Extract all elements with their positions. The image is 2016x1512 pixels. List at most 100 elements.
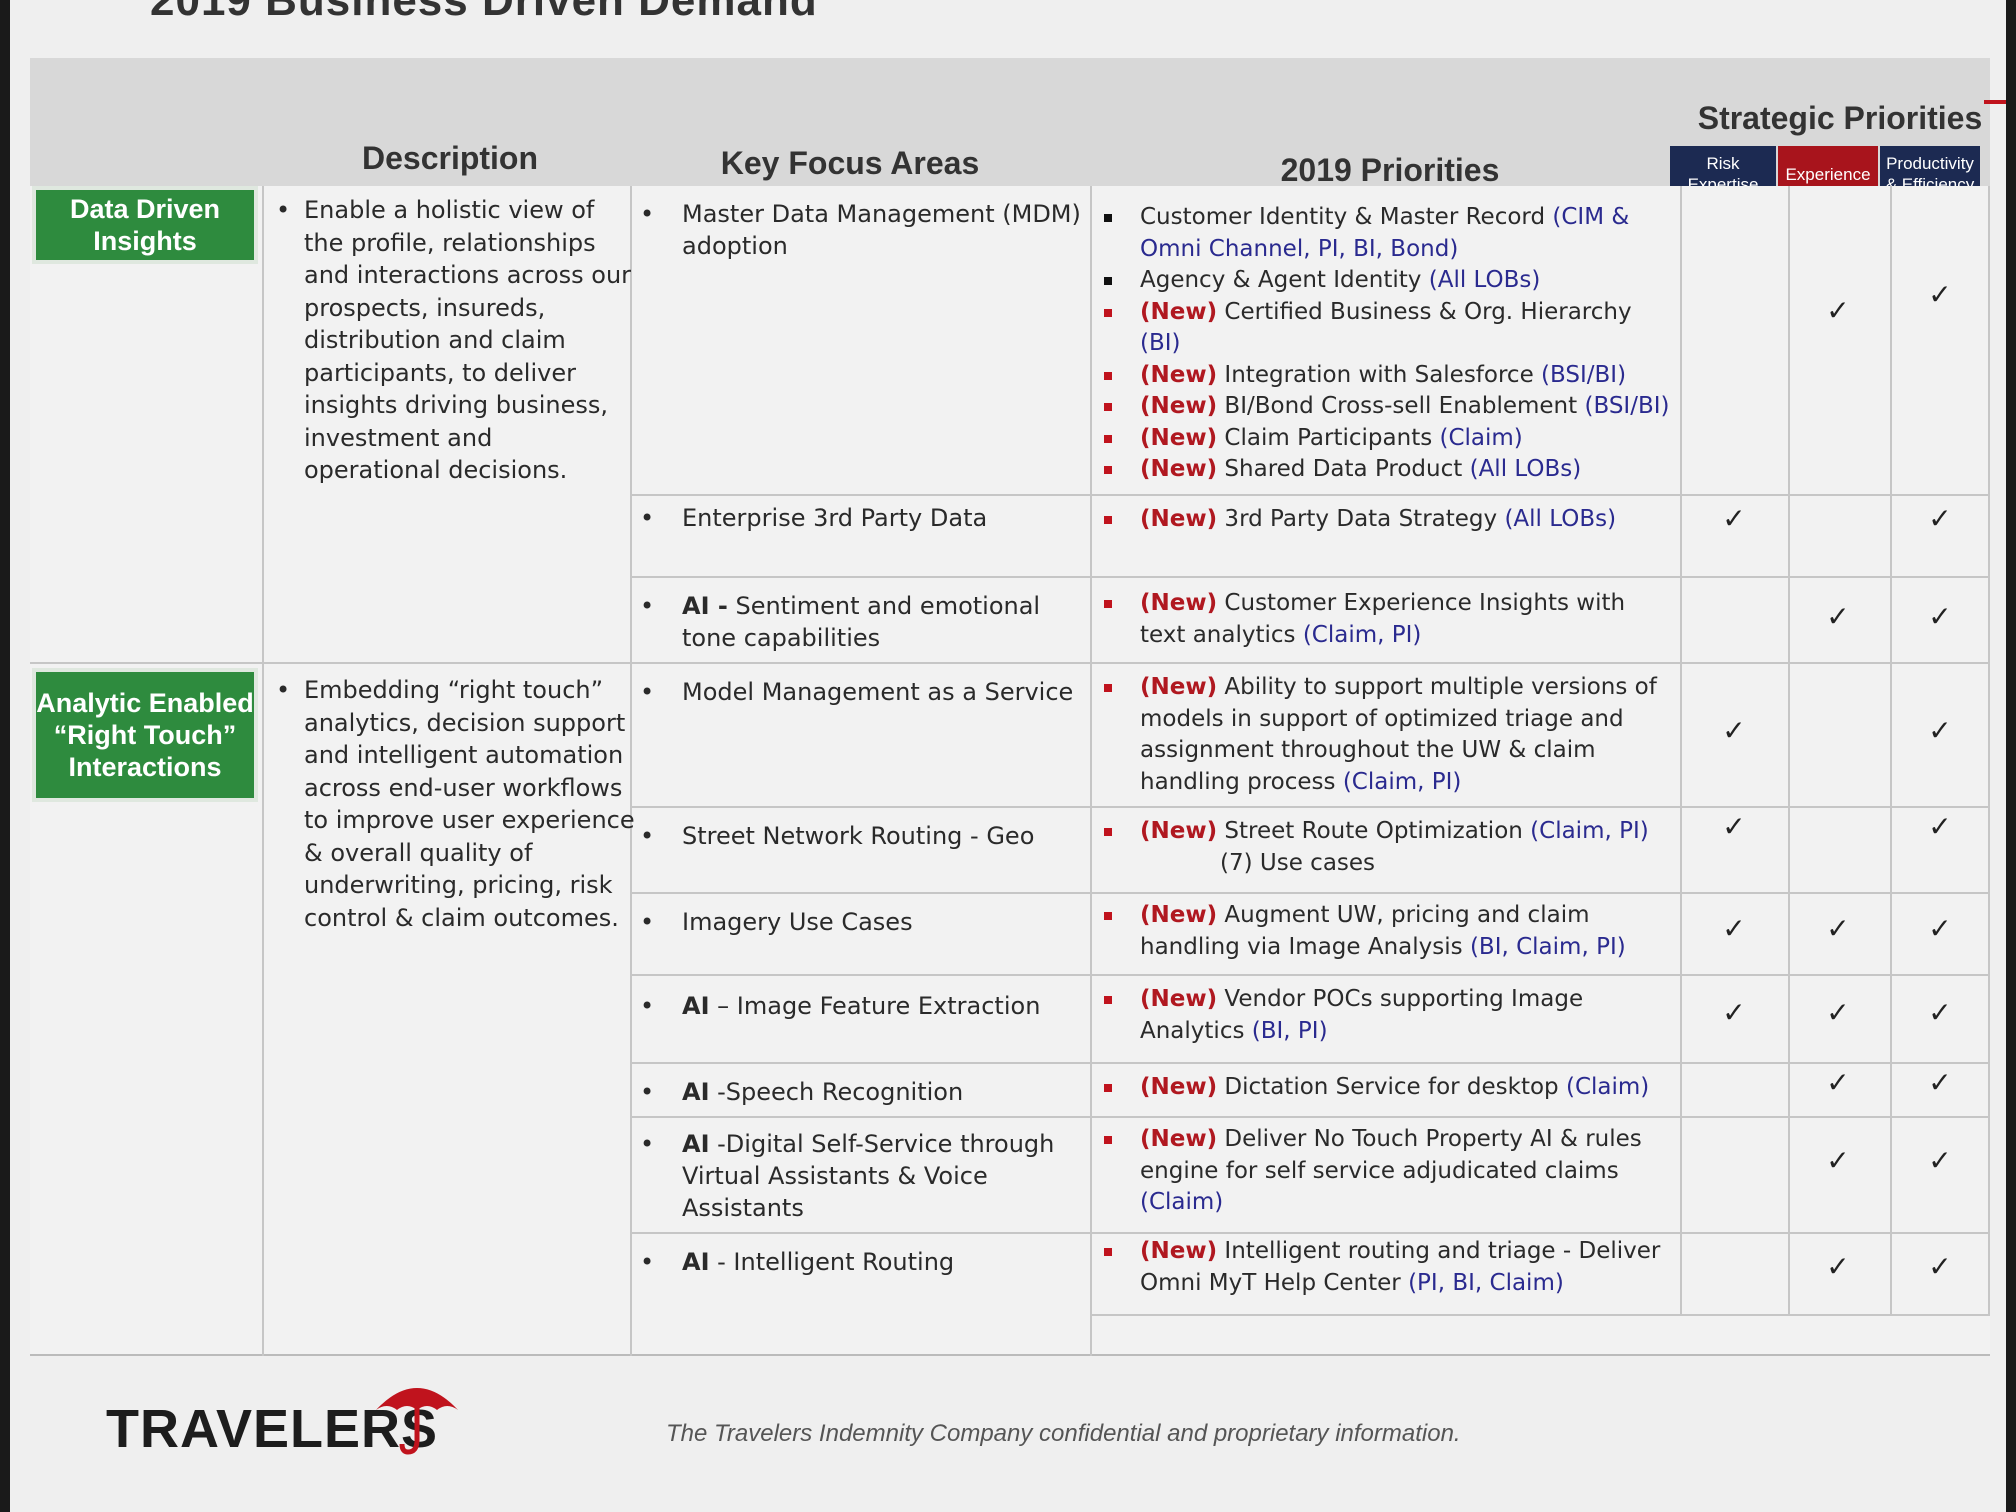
priority-item: (New) Dictation Service for desktop (Cla… (1100, 1072, 1670, 1104)
check-icon: ✓ (1722, 502, 1746, 535)
divider (1890, 186, 1892, 1316)
row-divider (630, 576, 1990, 578)
check-icon: ✓ (1928, 996, 1952, 1029)
bullet-icon (1104, 996, 1112, 1004)
priority-text: Customer Identity & Master Record (1140, 204, 1553, 230)
priority-text: BI/Bond Cross-sell Enablement (1217, 393, 1585, 419)
priority-list: (New) Augment UW, pricing and claim hand… (1100, 900, 1670, 963)
check-icon: ✓ (1722, 996, 1746, 1029)
priority-text: Shared Data Product (1217, 456, 1470, 482)
focus-prefix: AI (682, 1130, 710, 1158)
lob-tag: (Claim) (1439, 424, 1523, 451)
lob-tag: (BI, PI) (1251, 1017, 1328, 1044)
divider (1090, 186, 1092, 1356)
check-icon: ✓ (1928, 502, 1952, 535)
priority-item: (New) Integration with Salesforce (BSI/B… (1100, 360, 1670, 392)
focus-prefix: AI (682, 1248, 710, 1276)
new-tag: (New) (1140, 1074, 1218, 1100)
umbrella-icon (376, 1388, 458, 1455)
divider (262, 186, 264, 1356)
priority-list: (New) Vendor POCs supporting Image Analy… (1100, 984, 1670, 1047)
column-header-2019-priorities: 2019 Priorities (1280, 152, 1500, 188)
row-divider (630, 806, 1990, 808)
check-icon: ✓ (1722, 912, 1746, 945)
lob-tag: (BI) (1140, 330, 1181, 356)
bullet-icon (1104, 684, 1112, 692)
priority-item: (New) Street Route Optimization (Claim, … (1100, 816, 1670, 848)
strategic-priorities-title: Strategic Priorities (1697, 100, 1983, 136)
bullet-icon (1104, 371, 1112, 380)
focus-text: -Speech Recognition (709, 1078, 964, 1106)
new-tag: (New) (1140, 818, 1218, 844)
new-tag: (New) (1140, 393, 1218, 419)
new-tag: (New) (1140, 590, 1218, 616)
check-icon: ✓ (1826, 1066, 1850, 1099)
lob-tag: (Claim, PI) (1342, 768, 1462, 795)
bullet-icon (1104, 1084, 1112, 1092)
bullet-icon (1104, 1136, 1112, 1144)
focus-text: Street Network Routing - Geo (682, 822, 1035, 850)
focus-text: - Intelligent Routing (709, 1248, 955, 1276)
confidential-note: The Travelers Indemnity Company confiden… (666, 1420, 1461, 1447)
description-data-driven-insights: • Enable a holistic view of the profile, … (276, 196, 632, 484)
lob-tag: (Claim, PI) (1530, 818, 1649, 844)
focus-prefix: AI - (682, 592, 728, 620)
check-icon: ✓ (1928, 912, 1952, 945)
priority-item: (New) Intelligent routing and triage - D… (1100, 1236, 1670, 1299)
new-tag: (New) (1140, 424, 1218, 451)
priorities-table: Data Driven Insights Analytic Enabled “R… (30, 186, 1990, 1356)
priority-list: (New) Street Route Optimization (Claim, … (1100, 816, 1670, 879)
new-tag: (New) (1140, 298, 1218, 325)
focus-area: • AI -Speech Recognition (640, 1078, 964, 1106)
focus-area: • Master Data Management (MDM) adoption (640, 200, 1081, 260)
check-icon: ✓ (1722, 810, 1746, 843)
bullet-icon (1104, 277, 1112, 285)
new-tag: (New) (1140, 902, 1218, 928)
divider (1788, 186, 1790, 1316)
priority-item: (New) 3rd Party Data Strategy (All LOBs) (1100, 504, 1670, 536)
bullet-icon (1104, 1248, 1112, 1256)
focus-text: – Image Feature Extraction (709, 992, 1041, 1020)
row-divider (630, 1232, 1990, 1234)
accent-mark (1984, 100, 2006, 104)
priority-item: Customer Identity & Master Record (CIM &… (1100, 202, 1670, 265)
focus-area: • AI – Image Feature Extraction (640, 992, 1041, 1020)
lob-tag: (All LOBs) (1469, 456, 1582, 482)
priority-text: Certified Business & Org. Hierarchy (1217, 298, 1632, 325)
check-icon: ✓ (1826, 996, 1850, 1029)
slide-title: 2019 Business Driven Demand (150, 0, 818, 25)
column-header-key-focus-areas: Key Focus Areas (720, 145, 980, 181)
lob-tag: (Claim) (1565, 1074, 1650, 1100)
lob-tag: (Claim) (1140, 1189, 1224, 1215)
check-icon: ✓ (1928, 1066, 1952, 1099)
focus-area: • Enterprise 3rd Party Data (640, 504, 988, 532)
lob-tag: (BSI/BI) (1584, 393, 1670, 419)
check-icon: ✓ (1928, 714, 1952, 747)
focus-area: • Imagery Use Cases (640, 908, 913, 936)
new-tag: (New) (1140, 674, 1218, 700)
row-divider (630, 974, 1990, 976)
description-text: Enable a holistic view of the profile, r… (304, 196, 632, 484)
focus-text: Imagery Use Cases (682, 908, 913, 936)
lob-tag: (BI, Claim, PI) (1469, 933, 1626, 960)
priority-list: (New) Dictation Service for desktop (Cla… (1100, 1072, 1670, 1104)
description-analytic-enabled: • Embedding “right touch” analytics, deci… (276, 676, 635, 932)
priority-list: (New) 3rd Party Data Strategy (All LOBs) (1100, 504, 1670, 536)
check-icon: ✓ (1826, 1144, 1850, 1177)
priority-list: (New) Intelligent routing and triage - D… (1100, 1236, 1670, 1299)
lob-tag: (PI, BI, Claim) (1408, 1269, 1564, 1296)
divider (1680, 186, 1682, 1316)
focus-text: Sentiment and emotional tone capabilitie… (682, 592, 1041, 652)
check-icon: ✓ (1928, 810, 1952, 843)
lob-tag: (BSI/BI) (1541, 361, 1627, 388)
priority-text: Claim Participants (1217, 424, 1440, 451)
priority-item: Agency & Agent Identity (All LOBs) (1100, 265, 1670, 297)
priority-text: Intelligent routing and triage - Deliver… (1140, 1238, 1661, 1296)
check-icon: ✓ (1928, 1250, 1952, 1283)
lob-tag: (Claim, PI) (1302, 621, 1422, 648)
priority-text: Integration with Salesforce (1217, 361, 1542, 388)
priority-item: (New) Ability to support multiple versio… (1100, 672, 1670, 798)
focus-area: • AI - Sentiment and emotional tone capab… (640, 592, 1041, 652)
new-tag: (New) (1140, 986, 1218, 1012)
bullet-icon (1104, 912, 1112, 920)
